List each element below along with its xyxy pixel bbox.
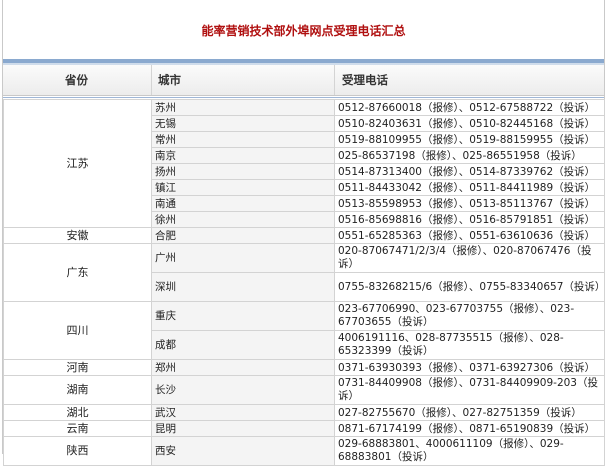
table-row: 江苏 苏州 0512-87660018（报修）、0512-67588722（投诉） xyxy=(3,99,605,228)
city-cell: 昆明 xyxy=(151,420,335,437)
phone-table: 江苏 苏州 0512-87660018（报修）、0512-67588722（投诉）无… xyxy=(3,99,605,466)
header-province: 省份 xyxy=(65,73,88,87)
city-cell: 苏州 xyxy=(151,99,335,116)
table-row: 陕西 西安 029-68883801、4000611109（报修）、029-6888… xyxy=(3,436,605,466)
phone-cell: 027-82755670（报修）、027-82751359（投诉） xyxy=(334,404,605,421)
city-cell: 镇江 xyxy=(151,179,335,196)
phone-cell: 0512-87660018（报修）、0512-67588722（投诉） xyxy=(334,99,605,116)
page-frame: 能率营销技术部外埠网点受理电话汇总 省份 城市 受理电话 江苏 苏州 0512-87… xyxy=(2,0,605,466)
city-cell: 长沙 xyxy=(151,375,335,405)
header-separator xyxy=(334,65,335,95)
province-cell: 安徽 xyxy=(3,227,152,244)
province-cell: 四川 xyxy=(3,301,152,360)
phone-cell: 0551-65285363（报修）、0551-63610636（投诉） xyxy=(334,227,605,244)
phone-cell: 023-67706990、023-67703755（报修）、023-677036… xyxy=(334,301,605,331)
city-cell: 无锡 xyxy=(151,115,335,132)
province-cell: 陕西 xyxy=(3,436,152,466)
phone-cell: 4006191116、028-87735515（报修）、028-65323399… xyxy=(334,330,605,360)
province-cell: 江苏 xyxy=(3,99,152,228)
city-cell: 合肥 xyxy=(151,227,335,244)
city-cell: 西安 xyxy=(151,436,335,466)
phone-cell: 025-86537198（报修）、025-86551958（投诉） xyxy=(334,147,605,164)
city-cell: 常州 xyxy=(151,131,335,148)
city-cell: 南通 xyxy=(151,195,335,212)
table-row: 河南 郑州 0371-63930393（报修）、0371-63927306（投诉） xyxy=(3,359,605,376)
phone-cell: 0371-63930393（报修）、0371-63927306（投诉） xyxy=(334,359,605,376)
city-cell: 南京 xyxy=(151,147,335,164)
table-row: 湖北 武汉 027-82755670（报修）、027-82751359（投诉） xyxy=(3,404,605,421)
table-row: 广东 广州 020-87067471/2/3/4（报修）、020-87067476（… xyxy=(3,243,605,302)
province-cell: 湖北 xyxy=(3,404,152,421)
phone-cell: 029-68883801、4000611109（报修）、029-68883801… xyxy=(334,436,605,466)
city-cell: 徐州 xyxy=(151,211,335,228)
phone-cell: 0519-88109955（报修）、0519-88159955（投诉） xyxy=(334,131,605,148)
city-cell: 武汉 xyxy=(151,404,335,421)
phone-cell: 0871-67174199（报修）、0871-65190839（投诉） xyxy=(334,420,605,437)
city-cell: 郑州 xyxy=(151,359,335,376)
province-cell: 云南 xyxy=(3,420,152,437)
phone-cell: 0510-82403631（报修）、0510-82445168（投诉） xyxy=(334,115,605,132)
phone-table-body: 江苏 苏州 0512-87660018（报修）、0512-67588722（投诉）无… xyxy=(3,99,605,466)
phone-cell: 0516-85698816（报修）、0516-85791851（投诉） xyxy=(334,211,605,228)
header-city: 城市 xyxy=(158,73,181,87)
table-header: 省份 城市 受理电话 xyxy=(3,65,604,96)
city-cell: 广州 xyxy=(151,243,335,273)
page-title: 能率营销技术部外埠网点受理电话汇总 xyxy=(201,24,406,38)
city-cell: 扬州 xyxy=(151,163,335,180)
table-row: 云南 昆明 0871-67174199（报修）、0871-65190839（投诉） xyxy=(3,420,605,437)
province-cell: 广东 xyxy=(3,243,152,302)
table-row: 安徽 合肥 0551-65285363（报修）、0551-63610636（投诉） xyxy=(3,227,605,244)
city-cell: 深圳 xyxy=(151,272,335,302)
phone-cell: 0513-85598953（报修）、0513-85113767（投诉） xyxy=(334,195,605,212)
phone-cell: 0731-84409908（报修）、0731-84409909-203（投诉） xyxy=(334,375,605,405)
province-cell: 湖南 xyxy=(3,375,152,405)
city-cell: 成都 xyxy=(151,330,335,360)
phone-cell: 0755-83268215/6（报修）、0755-83340657（投诉） xyxy=(334,272,605,302)
header-separator xyxy=(151,65,152,95)
header-underline xyxy=(3,97,604,98)
phone-cell: 0511-84433042（报修）、0511-84411989（投诉） xyxy=(334,179,605,196)
province-cell: 河南 xyxy=(3,359,152,376)
table-row: 四川 重庆 023-67706990、023-67703755（报修）、023-67… xyxy=(3,301,605,360)
header-phone: 受理电话 xyxy=(342,73,388,87)
phone-cell: 0514-87313400（报修）、0514-87339762（投诉） xyxy=(334,163,605,180)
phone-cell: 020-87067471/2/3/4（报修）、020-87067476（投诉） xyxy=(334,243,605,273)
city-cell: 重庆 xyxy=(151,301,335,331)
table-row: 湖南 长沙 0731-84409908（报修）、0731-84409909-203（… xyxy=(3,375,605,405)
